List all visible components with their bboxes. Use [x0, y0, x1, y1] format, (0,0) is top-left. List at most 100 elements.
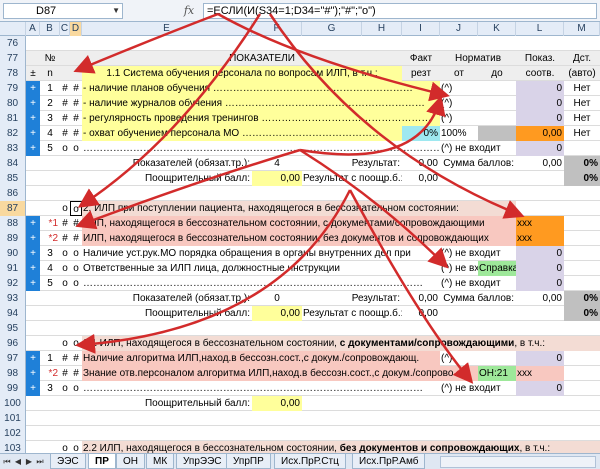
- row-number[interactable]: 103: [0, 441, 26, 453]
- result-value[interactable]: 0,00: [402, 156, 440, 171]
- dost-value[interactable]: Нет: [564, 96, 600, 111]
- on-tag[interactable]: ОН:21: [478, 366, 516, 381]
- norm-value[interactable]: (^) не входит: [440, 141, 516, 156]
- norm-value[interactable]: (^): [440, 111, 516, 126]
- pokaz-value[interactable]: 0: [516, 246, 564, 261]
- item-text[interactable]: - регулярность проведения тренингов ……………: [82, 111, 440, 126]
- insert-function-button[interactable]: fx: [178, 4, 200, 18]
- col-header-f[interactable]: F: [252, 22, 302, 36]
- chevron-down-icon[interactable]: ▼: [112, 4, 120, 18]
- item-text[interactable]: Наличие алгоритма ИЛП,наход.в бессозн.со…: [82, 351, 440, 366]
- cell-d[interactable]: #: [70, 96, 82, 111]
- norm-do-value[interactable]: [478, 126, 516, 141]
- item-text[interactable]: …………………………………………………………………………………………: [82, 276, 440, 291]
- item-text[interactable]: …………………………………………………………………………………………: [82, 381, 440, 396]
- group-toggle[interactable]: +: [26, 111, 40, 126]
- row-number[interactable]: 102: [0, 426, 26, 441]
- cell-c[interactable]: #: [60, 81, 70, 96]
- next-sheet-icon[interactable]: ▶: [24, 456, 34, 468]
- last-sheet-icon[interactable]: ⏭: [35, 456, 45, 468]
- group-toggle[interactable]: +: [26, 246, 40, 261]
- pokaz-value[interactable]: xxx: [516, 231, 564, 246]
- row-number[interactable]: 101: [0, 411, 26, 426]
- cell-d[interactable]: o: [70, 276, 82, 291]
- cell-d[interactable]: o: [70, 261, 82, 276]
- norm-value[interactable]: (^): [440, 351, 516, 366]
- section-2-2-title[interactable]: 2.2 ИЛП, находящегося в бессознательном …: [82, 441, 600, 453]
- row-number[interactable]: 77: [0, 51, 26, 66]
- name-box[interactable]: D87 ▼: [3, 3, 123, 19]
- group-toggle[interactable]: +: [26, 96, 40, 111]
- row-number[interactable]: 86: [0, 186, 26, 201]
- cell-c[interactable]: o: [60, 261, 70, 276]
- result-bonus-value[interactable]: 0,00: [402, 306, 440, 321]
- row-number[interactable]: 93: [0, 291, 26, 306]
- col-header-j[interactable]: J: [440, 22, 478, 36]
- cell-c[interactable]: o: [60, 441, 70, 453]
- cell-d[interactable]: #: [70, 366, 82, 381]
- fakt-value[interactable]: 0%: [402, 126, 440, 141]
- item-text[interactable]: Ответственные за ИЛП лица, должностные и…: [82, 261, 440, 276]
- cell-c[interactable]: #: [60, 126, 70, 141]
- cell-d[interactable]: #: [70, 351, 82, 366]
- row-number[interactable]: 79: [0, 81, 26, 96]
- row-number[interactable]: 84: [0, 156, 26, 171]
- group-toggle[interactable]: +: [26, 366, 40, 381]
- item-text[interactable]: Наличие уст.рук.МО порядка обращения в о…: [82, 246, 440, 261]
- group-toggle[interactable]: +: [26, 141, 40, 156]
- tab-ish-prr-amb[interactable]: Исх.ПрР.Амб: [352, 454, 426, 469]
- cell-d[interactable]: #: [70, 126, 82, 141]
- col-header-h[interactable]: H: [362, 22, 402, 36]
- first-sheet-icon[interactable]: ⏮: [2, 456, 12, 468]
- row-number[interactable]: 94: [0, 306, 26, 321]
- tab-ees[interactable]: ЭЭС: [50, 454, 86, 469]
- norm-value[interactable]: (^) не вх: [440, 261, 478, 276]
- cell-c[interactable]: #: [60, 351, 70, 366]
- row-number[interactable]: 90: [0, 246, 26, 261]
- row-number[interactable]: 89: [0, 231, 26, 246]
- dost-value[interactable]: Нет: [564, 81, 600, 96]
- norm-value[interactable]: 100%: [440, 126, 478, 141]
- col-header-i[interactable]: I: [402, 22, 440, 36]
- row-number[interactable]: 88: [0, 216, 26, 231]
- dost-value[interactable]: Нет: [564, 111, 600, 126]
- cell-c[interactable]: #: [60, 216, 70, 231]
- tab-pr[interactable]: ПР: [88, 454, 116, 469]
- row-number[interactable]: 91: [0, 261, 26, 276]
- row-number[interactable]: 83: [0, 141, 26, 156]
- row-number[interactable]: 81: [0, 111, 26, 126]
- row-number[interactable]: 96: [0, 336, 26, 351]
- bonus-value[interactable]: 0,00: [252, 171, 302, 186]
- horizontal-scrollbar[interactable]: [440, 456, 596, 468]
- group-toggle[interactable]: +: [26, 351, 40, 366]
- cell-d[interactable]: #: [70, 81, 82, 96]
- formula-input[interactable]: =ЕСЛИ(И(S34=1;D34="#");"#";"o"): [203, 3, 597, 19]
- col-header-e[interactable]: E: [82, 22, 252, 36]
- pokaz-value[interactable]: 0: [516, 261, 564, 276]
- norm-value[interactable]: (^): [440, 96, 516, 111]
- cell-c[interactable]: #: [60, 231, 70, 246]
- cell-d[interactable]: #: [70, 231, 82, 246]
- pokaz-value[interactable]: xxx: [516, 366, 564, 381]
- pokaz-value[interactable]: xxx: [516, 216, 564, 231]
- norm-value[interactable]: (^): [440, 81, 516, 96]
- percent-value[interactable]: 0%: [564, 156, 600, 171]
- row-number[interactable]: 97: [0, 351, 26, 366]
- group-toggle[interactable]: +: [26, 276, 40, 291]
- norm-value[interactable]: (^) не входит: [440, 246, 516, 261]
- tab-mk[interactable]: МК: [146, 454, 175, 469]
- summary-count[interactable]: 0: [252, 291, 302, 306]
- dost-value[interactable]: Нет: [564, 126, 600, 141]
- cell-c[interactable]: o: [60, 336, 70, 351]
- col-header-d[interactable]: D: [70, 22, 82, 36]
- item-text[interactable]: ……………………………………………………………………………………………………………: [82, 141, 440, 156]
- col-header-g[interactable]: G: [302, 22, 362, 36]
- row-number[interactable]: 85: [0, 171, 26, 186]
- select-all-corner[interactable]: [0, 22, 26, 36]
- result-bonus-value[interactable]: 0,00: [402, 171, 440, 186]
- pokaz-value[interactable]: 0: [516, 381, 564, 396]
- norm-value[interactable]: (^) не входит: [440, 381, 516, 396]
- cell-c[interactable]: o: [60, 201, 70, 216]
- cell-d[interactable]: #: [70, 111, 82, 126]
- pokaz-value[interactable]: 0: [516, 141, 564, 156]
